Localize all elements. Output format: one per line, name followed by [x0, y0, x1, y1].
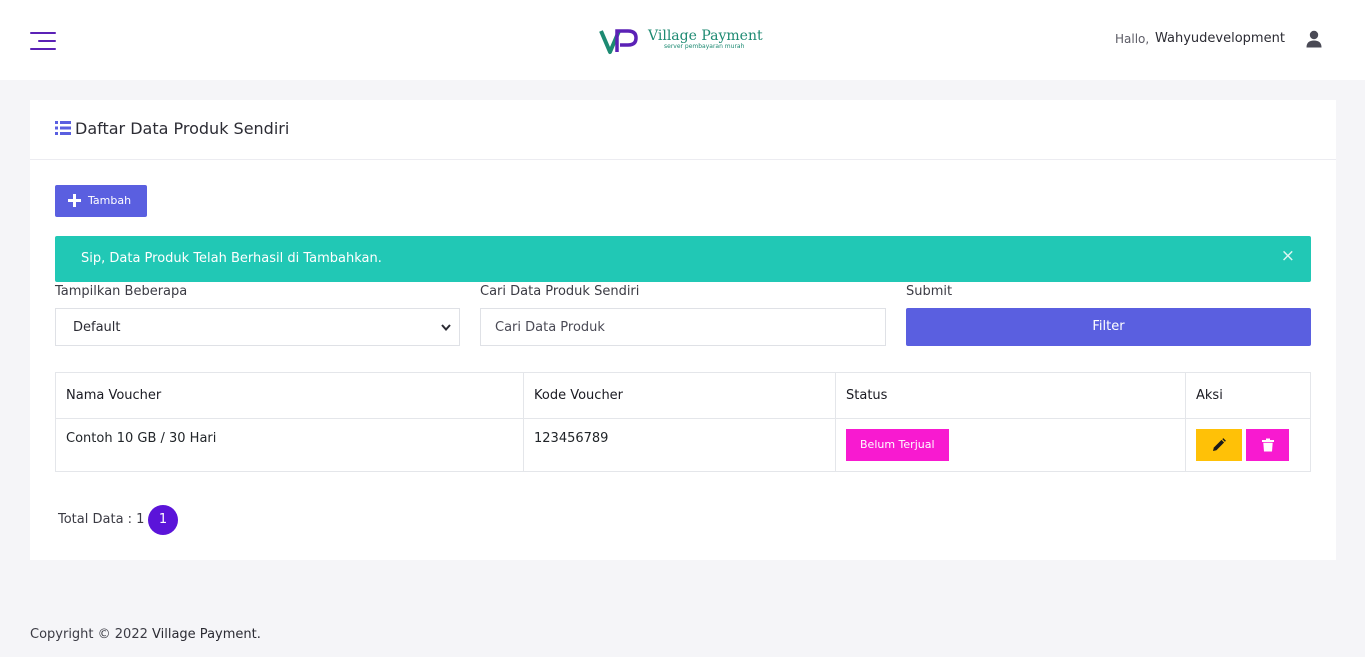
card-header: Daftar Data Produk Sendiri — [30, 100, 1336, 160]
filter-button[interactable]: Filter — [906, 308, 1311, 346]
cell-aksi — [1185, 418, 1311, 472]
submit-label: Submit — [906, 284, 953, 299]
column-header-aksi: Aksi — [1185, 372, 1311, 419]
column-header-status[interactable]: Status — [835, 372, 1186, 419]
cell-status: Belum Terjual — [835, 418, 1186, 472]
show-count-label: Tampilkan Beberapa — [55, 284, 188, 299]
pencil-icon — [1213, 438, 1226, 451]
chevron-down-icon — [441, 324, 451, 332]
top-navbar: Village Payment server pembayaran murah … — [0, 0, 1365, 80]
table-row: Contoh 10 GB / 30 Hari 123456789 Belum T… — [55, 418, 1311, 472]
cell-nama-voucher: Contoh 10 GB / 30 Hari — [55, 418, 524, 472]
table-header-row: Nama Voucher Kode Voucher Status Aksi — [55, 372, 1311, 419]
logo-subtitle: server pembayaran murah — [664, 43, 745, 50]
brand-logo[interactable]: Village Payment server pembayaran murah — [598, 24, 768, 58]
footer-brand: Village Payment. — [152, 627, 261, 642]
hamburger-menu-icon[interactable] — [30, 30, 58, 52]
voucher-table: Nama Voucher Kode Voucher Status Aksi Co… — [55, 372, 1311, 472]
copyright-text: Copyright © 2022 — [30, 627, 148, 642]
delete-button[interactable] — [1246, 429, 1289, 461]
success-alert: Sip, Data Produk Telah Berhasil di Tamba… — [55, 236, 1311, 282]
user-icon[interactable] — [1305, 30, 1323, 48]
edit-button[interactable] — [1196, 429, 1242, 461]
cell-kode-voucher: 123456789 — [523, 418, 836, 472]
plus-icon — [68, 194, 81, 207]
logo-mark-icon — [599, 29, 638, 54]
footer: Copyright © 2022 Village Payment. — [30, 627, 261, 642]
product-list-card: Daftar Data Produk Sendiri Tambah Sip, D… — [30, 100, 1336, 560]
pagination-page-1[interactable]: 1 — [148, 505, 178, 535]
logo-title: Village Payment — [648, 28, 763, 44]
username-label[interactable]: Wahyudevelopment — [1155, 31, 1285, 46]
column-header-kode[interactable]: Kode Voucher — [523, 372, 836, 419]
column-header-nama[interactable]: Nama Voucher — [55, 372, 524, 419]
greeting-text: Hallo, — [1115, 32, 1150, 46]
show-count-select[interactable]: Default — [55, 308, 460, 346]
close-icon[interactable]: × — [1281, 246, 1295, 266]
trash-icon — [1261, 438, 1274, 452]
page-title: Daftar Data Produk Sendiri — [75, 119, 290, 138]
total-data-label: Total Data : 1 — [58, 512, 145, 527]
select-value: Default — [73, 320, 121, 335]
search-label: Cari Data Produk Sendiri — [480, 284, 640, 299]
add-product-button[interactable]: Tambah — [55, 185, 147, 217]
status-badge: Belum Terjual — [846, 429, 949, 461]
list-icon — [55, 121, 71, 135]
search-input[interactable] — [480, 308, 886, 346]
add-button-label: Tambah — [88, 194, 132, 207]
alert-message: Sip, Data Produk Telah Berhasil di Tamba… — [81, 251, 382, 266]
